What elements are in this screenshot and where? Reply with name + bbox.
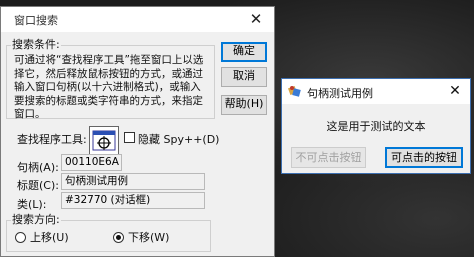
window-title-label: 标题(C): <box>17 179 59 192</box>
class-field[interactable]: #32770 (对话框) <box>61 192 205 209</box>
close-icon[interactable]: ✕ <box>440 79 470 104</box>
search-criteria-group: 搜索条件: 可通过将“查找程序工具”拖至窗口上以选择它，然后释放鼠标按钮的方式，… <box>6 38 215 120</box>
search-up-label: 上移(U) <box>30 231 69 244</box>
search-direction-group: 搜索方向: 上移(U) 下移(W) <box>6 213 211 252</box>
dialog-title: 窗口搜索 <box>14 14 58 27</box>
search-direction-label: 搜索方向: <box>11 213 61 227</box>
search-up-radio[interactable] <box>15 232 26 243</box>
hide-spy-label: 隐藏 Spy++(D) <box>138 133 220 146</box>
cancel-button[interactable]: 取消 <box>221 67 267 87</box>
close-icon[interactable]: ✕ <box>238 7 274 32</box>
help-button[interactable]: 帮助(H) <box>221 95 267 115</box>
finder-tool-icon[interactable] <box>89 126 119 156</box>
ok-button[interactable]: 确定 <box>221 42 267 62</box>
search-description: 可通过将“查找程序工具”拖至窗口上以选择它，然后释放鼠标按钮的方式，或通过输入窗… <box>14 54 204 120</box>
window-title-field[interactable]: 句柄测试用例 <box>61 173 205 190</box>
handle-label: 句柄(A): <box>17 161 59 174</box>
app-icon <box>288 84 302 98</box>
find-window-dialog: 窗口搜索 ✕ 搜索条件: 可通过将“查找程序工具”拖至窗口上以选择它，然后释放鼠… <box>0 6 275 257</box>
search-down-radio[interactable] <box>113 232 124 243</box>
title-bar: 窗口搜索 ✕ <box>1 7 274 32</box>
test-message: 这是用于测试的文本 <box>326 120 426 133</box>
class-label: 类(L): <box>17 198 47 211</box>
clickable-button[interactable]: 可点击的按钮 <box>385 147 463 168</box>
finder-tool-label: 查找程序工具: <box>17 133 87 146</box>
search-criteria-label: 搜索条件: <box>11 38 61 52</box>
search-down-label: 下移(W) <box>128 231 170 244</box>
hide-spy-checkbox[interactable] <box>124 132 135 143</box>
handle-test-dialog: 句柄测试用例 ✕ 这是用于测试的文本 不可点击按钮 可点击的按钮 <box>281 78 471 174</box>
test-title-bar: 句柄测试用例 ✕ <box>282 79 470 104</box>
disabled-button: 不可点击按钮 <box>291 147 366 168</box>
handle-field[interactable]: 00110E6A <box>61 154 122 171</box>
test-dialog-title: 句柄测试用例 <box>307 87 373 100</box>
